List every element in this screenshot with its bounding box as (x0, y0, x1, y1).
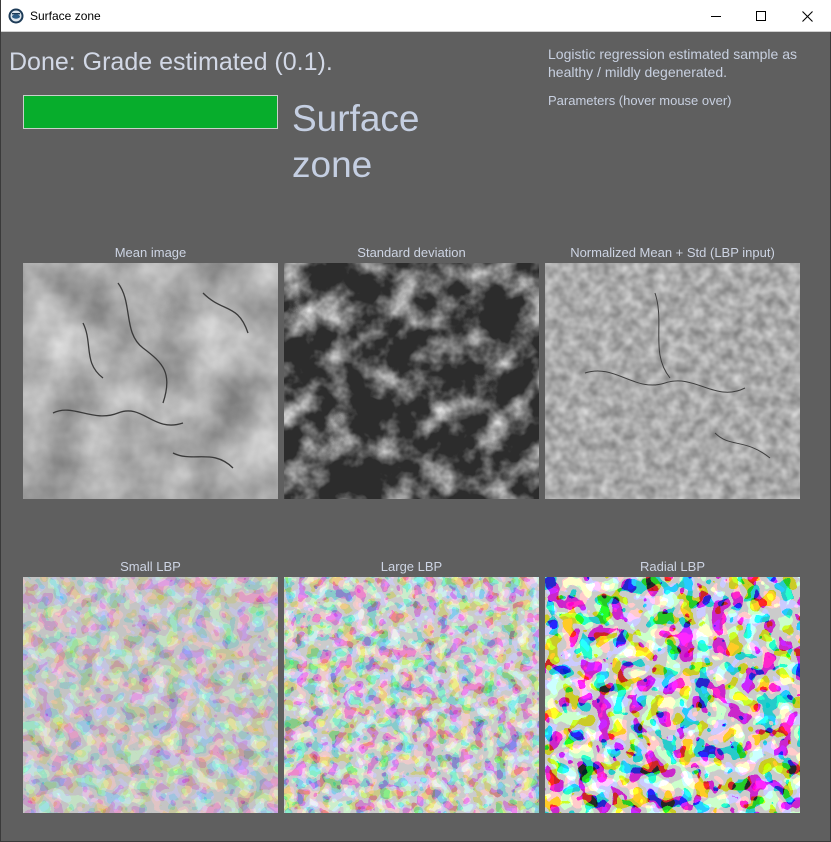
app-icon (8, 8, 24, 24)
parameters-hover[interactable]: Parameters (hover mouse over) (548, 93, 732, 108)
minimize-icon (711, 16, 721, 17)
large-lbp-image (284, 577, 539, 813)
title-bar[interactable]: Surface zone (1, 0, 831, 32)
result-description: Logistic regression estimated sample as … (548, 46, 798, 80)
zone-title: Surface zone (292, 98, 420, 185)
close-icon (801, 10, 813, 22)
close-button[interactable] (784, 0, 830, 32)
standard-deviation-image (284, 263, 539, 499)
panel-label-normalized-mean-std: Normalized Mean + Std (LBP input) (570, 245, 775, 260)
radial-lbp-image (545, 577, 800, 813)
panel-label-large-lbp: Large LBP (380, 559, 443, 574)
maximize-button[interactable] (738, 0, 784, 32)
normalized-mean-std-image (545, 263, 800, 499)
panel-label-mean-image: Mean image (114, 245, 187, 260)
window-title: Surface zone (30, 9, 101, 23)
panel-label-radial-lbp: Radial LBP (639, 559, 706, 574)
small-lbp-image (23, 577, 278, 813)
panel-label-small-lbp: Small LBP (120, 559, 181, 574)
minimize-button[interactable] (693, 0, 739, 32)
grade-indicator (23, 95, 278, 129)
status-message: Done: Grade estimated (0.1). (9, 48, 333, 76)
mean-image (23, 263, 278, 499)
panel-label-standard-deviation: Standard deviation (357, 245, 466, 260)
app-window: Surface zone Done: Grade estimated (0.1)… (0, 0, 831, 842)
maximize-icon (756, 11, 766, 21)
